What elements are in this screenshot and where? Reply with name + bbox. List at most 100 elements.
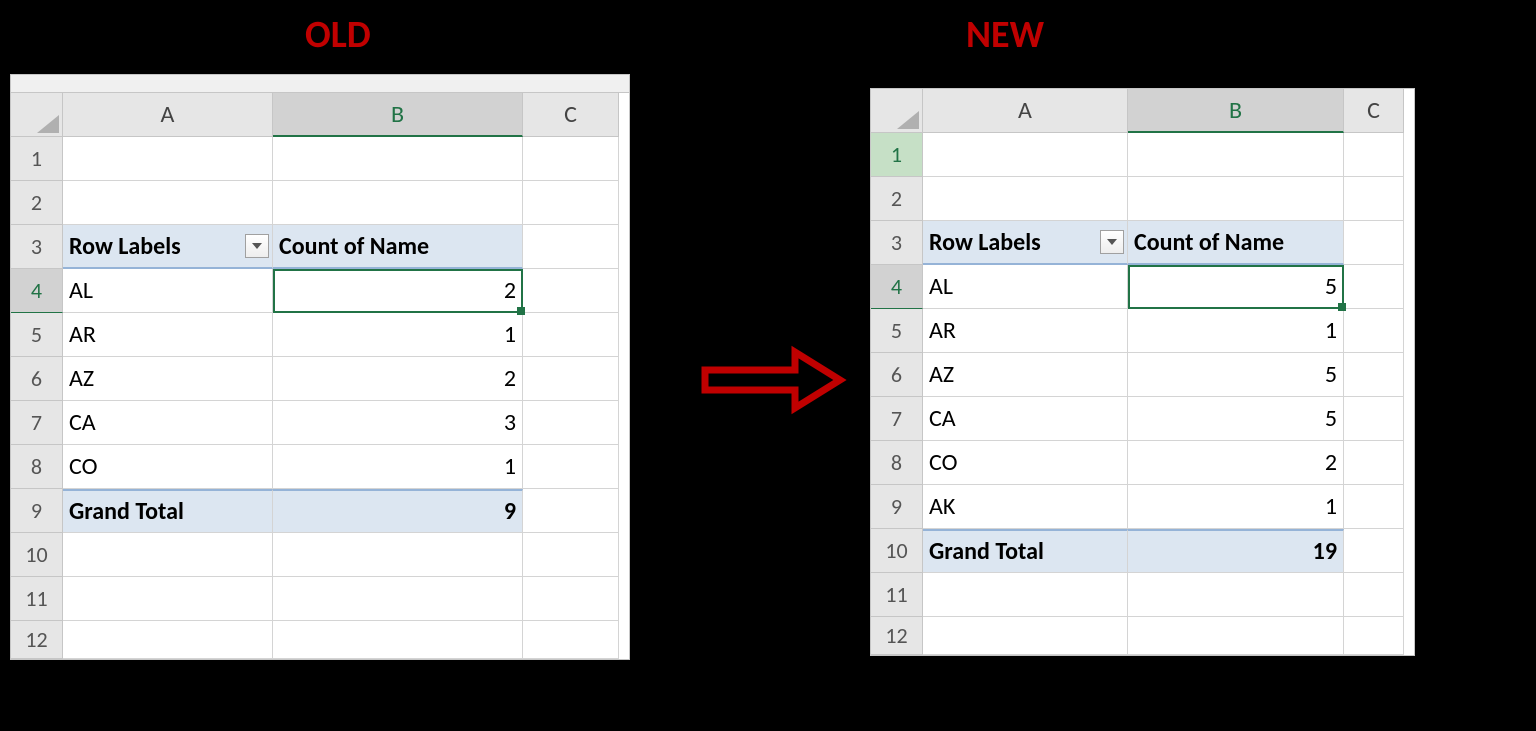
pivot-grand-total-label[interactable]: Grand Total [63,489,273,533]
select-all-corner[interactable] [871,89,923,133]
row-header[interactable]: 6 [871,353,923,397]
row-header[interactable]: 6 [11,357,63,401]
pivot-data-label[interactable]: AZ [63,357,273,401]
pivot-row-labels-header[interactable]: Row Labels [923,221,1128,265]
pivot-data-value[interactable]: 2 [1128,441,1344,485]
row-header[interactable]: 7 [871,397,923,441]
cell[interactable] [1344,177,1404,221]
cell[interactable] [923,133,1128,177]
cell[interactable] [523,621,619,659]
pivot-data-label[interactable]: AL [63,269,273,313]
cell[interactable] [1344,529,1404,573]
col-header-C[interactable]: C [523,93,619,137]
pivot-data-label[interactable]: AK [923,485,1128,529]
row-header[interactable]: 2 [871,177,923,221]
pivot-data-value[interactable]: 5 [1128,397,1344,441]
pivot-data-value[interactable]: 1 [1128,485,1344,529]
cell[interactable] [923,617,1128,655]
pivot-data-label[interactable]: AL [923,265,1128,309]
pivot-data-label[interactable]: CA [923,397,1128,441]
cell[interactable] [523,489,619,533]
pivot-data-value[interactable]: 5 [1128,353,1344,397]
cell[interactable] [63,137,273,181]
cell[interactable] [1128,573,1344,617]
cell[interactable] [523,269,619,313]
cell[interactable] [63,621,273,659]
cell[interactable] [1128,133,1344,177]
row-header[interactable]: 9 [11,489,63,533]
cell[interactable] [1344,617,1404,655]
row-header[interactable]: 2 [11,181,63,225]
pivot-row-labels-header[interactable]: Row Labels [63,225,273,269]
row-header[interactable]: 1 [11,137,63,181]
cell[interactable] [273,621,523,659]
col-header-A[interactable]: A [63,93,273,137]
pivot-data-label[interactable]: AR [63,313,273,357]
row-header[interactable]: 5 [871,309,923,353]
row-header[interactable]: 7 [11,401,63,445]
pivot-data-value[interactable]: 2 [273,357,523,401]
cell[interactable] [273,577,523,621]
row-header[interactable]: 11 [11,577,63,621]
cell[interactable] [273,533,523,577]
cell[interactable] [523,225,619,269]
pivot-data-label[interactable]: CA [63,401,273,445]
pivot-data-value[interactable]: 2 [273,269,523,313]
cell[interactable] [273,137,523,181]
col-header-C[interactable]: C [1344,89,1404,133]
row-header[interactable]: 3 [871,221,923,265]
cell[interactable] [1344,441,1404,485]
cell[interactable] [523,357,619,401]
col-header-B[interactable]: B [273,93,523,137]
cell[interactable] [63,181,273,225]
row-header[interactable]: 4 [11,269,63,313]
cell[interactable] [1344,353,1404,397]
cell[interactable] [523,533,619,577]
select-all-corner[interactable] [11,93,63,137]
cell[interactable] [273,181,523,225]
row-header[interactable]: 4 [871,265,923,309]
pivot-grand-total-value[interactable]: 9 [273,489,523,533]
row-header[interactable]: 5 [11,313,63,357]
row-header[interactable]: 9 [871,485,923,529]
row-header[interactable]: 1 [871,133,923,177]
pivot-data-value[interactable]: 1 [273,445,523,489]
pivot-data-label[interactable]: AR [923,309,1128,353]
cell[interactable] [923,177,1128,221]
cell[interactable] [1128,617,1344,655]
pivot-data-label[interactable]: CO [923,441,1128,485]
pivot-count-header[interactable]: Count of Name [1128,221,1344,265]
pivot-data-value[interactable]: 1 [1128,309,1344,353]
filter-dropdown-icon[interactable] [1100,230,1124,254]
pivot-data-value[interactable]: 5 [1128,265,1344,309]
cell[interactable] [1344,573,1404,617]
row-header[interactable]: 10 [871,529,923,573]
cell[interactable] [1344,265,1404,309]
pivot-data-value[interactable]: 3 [273,401,523,445]
row-header[interactable]: 8 [871,441,923,485]
col-header-B[interactable]: B [1128,89,1344,133]
cell[interactable] [523,313,619,357]
row-header[interactable]: 12 [11,621,63,659]
cell[interactable] [523,445,619,489]
row-header[interactable]: 3 [11,225,63,269]
cell[interactable] [523,137,619,181]
cell[interactable] [1344,133,1404,177]
row-header[interactable]: 8 [11,445,63,489]
cell[interactable] [523,577,619,621]
pivot-data-label[interactable]: AZ [923,353,1128,397]
cell[interactable] [1344,221,1404,265]
row-header[interactable]: 12 [871,617,923,655]
pivot-data-value[interactable]: 1 [273,313,523,357]
cell[interactable] [523,181,619,225]
filter-dropdown-icon[interactable] [245,234,269,258]
cell[interactable] [1344,309,1404,353]
cell[interactable] [923,573,1128,617]
cell[interactable] [1128,177,1344,221]
cell[interactable] [1344,485,1404,529]
pivot-grand-total-label[interactable]: Grand Total [923,529,1128,573]
col-header-A[interactable]: A [923,89,1128,133]
cell[interactable] [63,533,273,577]
cell[interactable] [63,577,273,621]
pivot-data-label[interactable]: CO [63,445,273,489]
